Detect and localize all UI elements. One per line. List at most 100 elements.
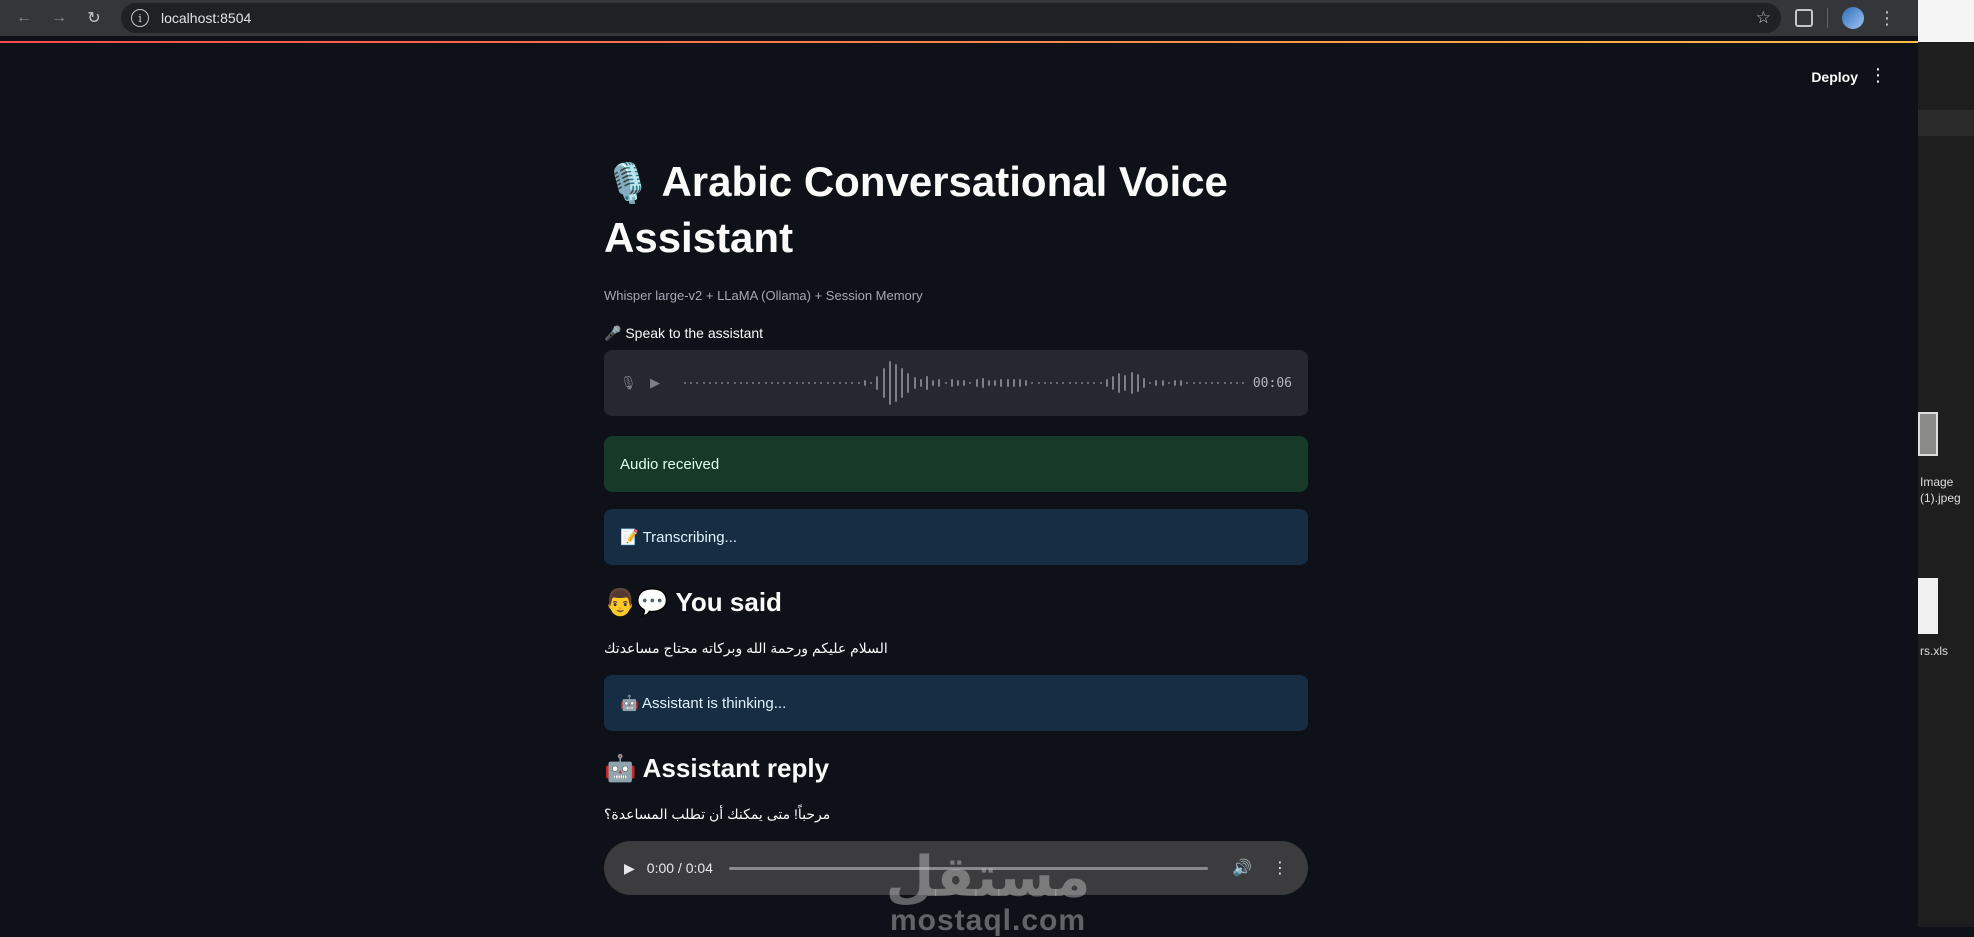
waveform-bar	[783, 382, 786, 384]
waveform-bar	[963, 380, 966, 386]
waveform-bar	[1174, 380, 1177, 386]
waveform-bar	[932, 380, 935, 386]
waveform-bar	[1180, 380, 1183, 386]
mic-icon[interactable]: 🎙	[620, 375, 637, 391]
waveform-bar	[987, 380, 990, 386]
waveform-bar	[1049, 382, 1052, 384]
waveform-bar	[826, 382, 829, 384]
waveform-bar	[901, 368, 904, 398]
waveform-bar	[690, 382, 693, 384]
spreadsheet-file-icon[interactable]	[1918, 578, 1938, 634]
finder-toolbar	[1918, 0, 1974, 42]
deploy-button[interactable]: Deploy	[1811, 69, 1858, 85]
waveform-bar	[1056, 382, 1059, 384]
audio-recorder: 🎙 ▶ 00:06	[604, 350, 1308, 416]
waveform-bar	[739, 382, 742, 384]
site-info-icon[interactable]: i	[131, 9, 149, 27]
user-transcript: السلام عليكم ورحمة الله وبركاته محتاج مس…	[604, 640, 888, 656]
waveform	[684, 358, 1245, 408]
waveform-bar	[1025, 380, 1028, 386]
finder-row	[1918, 110, 1974, 136]
waveform-bar	[715, 382, 718, 384]
waveform-bar	[808, 382, 811, 384]
bookmark-star-icon[interactable]: ☆	[1756, 8, 1771, 28]
page-title: 🎙️ Arabic Conversational Voice Assistant	[604, 155, 1308, 264]
forward-arrow-icon[interactable]: →	[45, 4, 73, 32]
url-text[interactable]: localhost:8504	[161, 10, 1756, 26]
waveform-bar	[851, 382, 854, 384]
waveform-bar	[727, 382, 730, 384]
waveform-bar	[1229, 382, 1232, 384]
assistant-reply-text: مرحباً! متى يمكنك أن تطلب المساعدة؟	[604, 806, 831, 822]
waveform-bar	[1087, 382, 1090, 384]
waveform-bar	[1136, 374, 1139, 392]
waveform-bar	[801, 382, 804, 384]
waveform-bar	[758, 382, 761, 384]
waveform-bar	[770, 382, 773, 384]
waveform-bar	[981, 378, 984, 388]
waveform-bar	[913, 377, 916, 389]
play-icon[interactable]: ▶	[648, 375, 662, 391]
waveform-bar	[975, 379, 978, 387]
reload-icon[interactable]: ↻	[80, 4, 108, 32]
file-name-line2: (1).jpeg	[1920, 491, 1961, 505]
waveform-bar	[702, 382, 705, 384]
waveform-bar	[832, 382, 835, 384]
recorder-label: 🎤 Speak to the assistant	[604, 325, 764, 341]
waveform-bar	[708, 382, 711, 384]
waveform-bar	[1112, 376, 1115, 390]
waveform-bar	[863, 380, 866, 386]
waveform-bar	[1149, 382, 1152, 384]
browser-toolbar: ← → ↻ i localhost:8504 ☆ ⋮	[0, 0, 1918, 36]
waveform-bar	[944, 382, 947, 384]
waveform-bar	[1068, 382, 1071, 384]
page-title-text: Arabic Conversational Voice Assistant	[604, 158, 1228, 261]
waveform-bar	[1093, 382, 1096, 384]
waveform-bar	[1081, 382, 1083, 384]
waveform-bar	[1198, 382, 1201, 384]
waveform-bar	[1242, 382, 1245, 384]
waveform-bar	[752, 382, 755, 384]
waveform-bar	[1205, 382, 1208, 384]
waveform-bar	[1062, 382, 1065, 384]
waveform-bar	[907, 373, 910, 393]
address-bar[interactable]: i localhost:8504 ☆	[121, 3, 1781, 33]
waveform-bar	[870, 382, 873, 384]
waveform-bar	[733, 382, 736, 384]
waveform-bar	[845, 382, 848, 384]
microphone-icon: 🎙️	[604, 163, 652, 205]
watermark-arabic: مستقل	[885, 845, 1091, 908]
thinking-alert: 🤖 Assistant is thinking...	[604, 675, 1308, 731]
waveform-bar	[1223, 382, 1226, 384]
waveform-bar	[696, 382, 699, 384]
background-finder-window: Image (1).jpeg rs.xls	[1918, 0, 1974, 927]
you-said-heading: 👨💬 You said	[604, 587, 782, 617]
browser-menu-icon[interactable]: ⋮	[1878, 9, 1896, 27]
waveform-bar	[919, 379, 922, 387]
player-options-icon[interactable]: ⋮	[1272, 858, 1288, 878]
waveform-bar	[969, 382, 972, 384]
waveform-bar	[684, 382, 686, 384]
waveform-bar	[839, 382, 842, 384]
volume-icon[interactable]: 🔊	[1232, 858, 1252, 878]
waveform-bar	[789, 382, 792, 384]
waveform-bar	[938, 379, 941, 387]
profile-avatar[interactable]	[1842, 7, 1864, 29]
waveform-bar	[1236, 382, 1239, 384]
extensions-icon[interactable]	[1795, 9, 1813, 27]
back-arrow-icon[interactable]: ←	[10, 4, 38, 32]
waveform-bar	[1031, 382, 1034, 384]
image-file-thumbnail[interactable]	[1918, 412, 1938, 456]
waveform-bar	[925, 376, 928, 390]
waveform-bar	[894, 364, 897, 402]
waveform-bar	[857, 382, 860, 384]
watermark-latin: mostaql.com	[889, 904, 1087, 937]
waveform-bar	[1074, 382, 1077, 384]
waveform-bar	[888, 361, 891, 405]
waveform-bar	[764, 382, 767, 384]
waveform-bar	[795, 382, 798, 384]
waveform-bar	[721, 382, 724, 384]
play-button-icon[interactable]: ▶	[624, 860, 635, 877]
watermark: مستقل mostaql.com	[868, 849, 1108, 937]
app-menu-icon[interactable]: ⋮	[1869, 65, 1887, 86]
